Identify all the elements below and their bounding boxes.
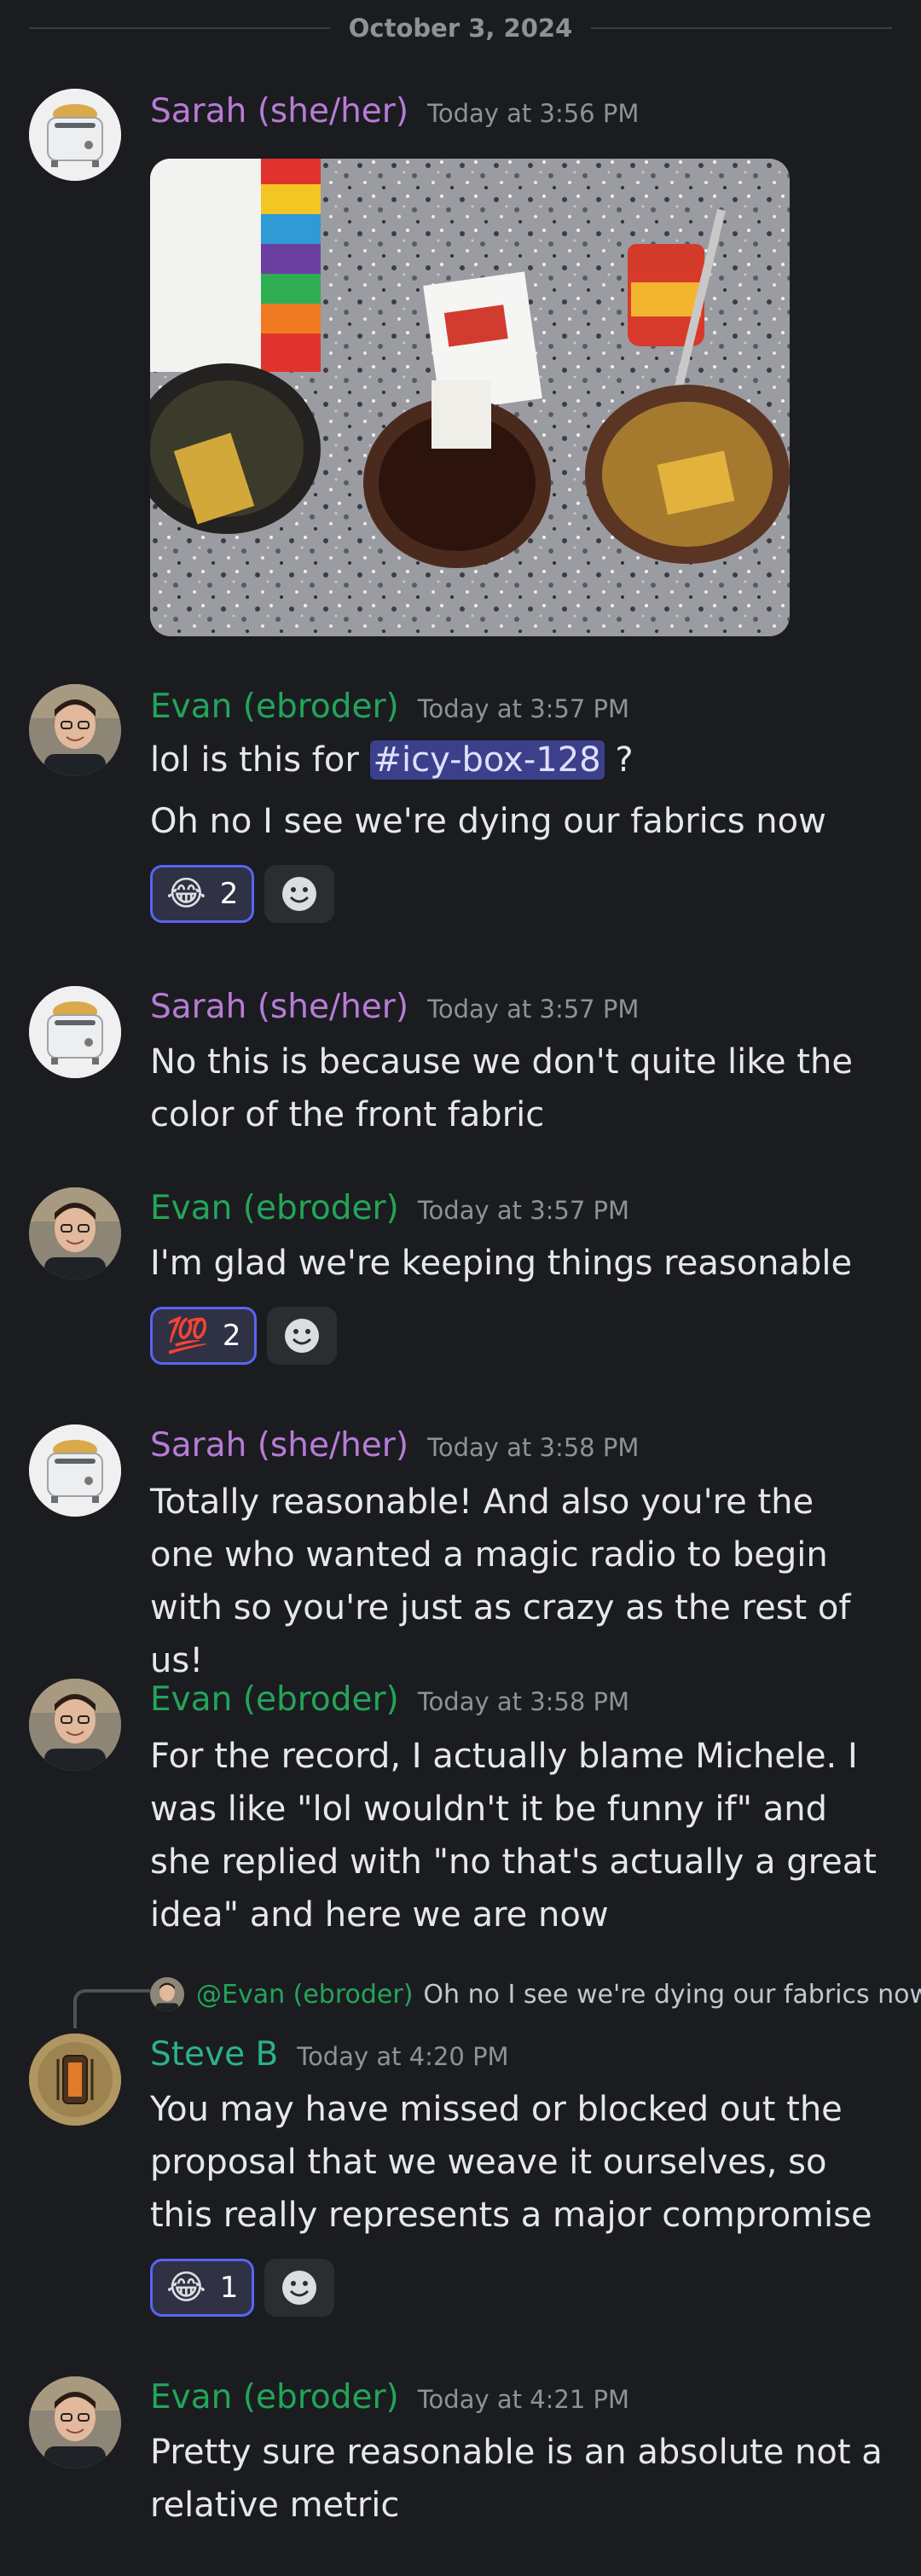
divider-line — [29, 27, 330, 29]
reaction-button[interactable]: 😂 2 — [150, 865, 255, 923]
reactions-bar: 💯 2 — [150, 1307, 338, 1365]
toaster-icon — [29, 986, 121, 1078]
message-text: Pretty sure reasonable is an absolute no… — [150, 2433, 883, 2525]
reply-text: Oh no I see we're dying our fabrics now — [423, 1979, 921, 2010]
date-divider: October 3, 2024 — [29, 14, 892, 43]
message-header: Sarah (she/her) Today at 3:56 PM — [150, 92, 639, 131]
username[interactable]: Sarah (she/her) — [150, 92, 408, 131]
message-text: You may have missed or blocked out the p… — [150, 2090, 872, 2235]
timestamp: Today at 4:21 PM — [417, 2385, 630, 2414]
timestamp: Today at 3:57 PM — [417, 1196, 630, 1225]
smiley-add-icon — [282, 877, 317, 911]
message-text-part: ? — [604, 740, 634, 780]
username[interactable]: Sarah (she/her) — [150, 988, 408, 1026]
reply-avatar — [150, 1977, 184, 2011]
timestamp: Today at 4:20 PM — [297, 2042, 509, 2071]
radio-tube-icon — [29, 2034, 121, 2126]
avatar-steve[interactable] — [29, 2034, 121, 2126]
reaction-button[interactable]: 💯 2 — [150, 1307, 258, 1365]
username[interactable]: Evan (ebroder) — [150, 688, 399, 726]
reactions-bar: 😂 1 — [150, 2259, 335, 2317]
avatar-evan[interactable] — [29, 684, 121, 776]
message-text-part: lol is this for — [150, 740, 370, 780]
timestamp: Today at 3:56 PM — [427, 99, 640, 128]
avatar-sarah[interactable] — [29, 986, 121, 1078]
message-header: Evan (ebroder) Today at 4:21 PM — [150, 2378, 629, 2416]
message-header: Evan (ebroder) Today at 3:57 PM — [150, 688, 629, 726]
person-avatar-icon — [29, 1187, 121, 1279]
toaster-icon — [29, 89, 121, 181]
channel-mention[interactable]: #icy-box-128 — [369, 740, 605, 780]
message-text: I'm glad we're keeping things reasonable — [150, 1244, 853, 1283]
avatar-evan[interactable] — [29, 2376, 121, 2469]
avatar-sarah[interactable] — [29, 1424, 121, 1517]
reaction-count: 2 — [219, 877, 239, 911]
reaction-emoji: 😂 — [166, 2268, 206, 2307]
toaster-icon — [29, 1424, 121, 1517]
timestamp: Today at 3:57 PM — [427, 995, 640, 1024]
reply-mention[interactable]: @Evan (ebroder) — [196, 1980, 413, 2010]
username[interactable]: Steve B — [150, 2035, 278, 2074]
message-header: Sarah (she/her) Today at 3:57 PM — [150, 988, 639, 1026]
username[interactable]: Evan (ebroder) — [150, 1189, 399, 1227]
reply-connector — [73, 1989, 150, 2028]
message-text: lol is this for #icy-box-128 ? — [150, 734, 901, 786]
timestamp: Today at 3:57 PM — [417, 694, 630, 723]
timestamp: Today at 3:58 PM — [427, 1433, 640, 1462]
message-header: Evan (ebroder) Today at 3:58 PM — [150, 1680, 629, 1719]
message-header: Sarah (she/her) Today at 3:58 PM — [150, 1426, 639, 1465]
add-reaction-button[interactable] — [267, 1307, 338, 1365]
person-avatar-icon — [150, 1977, 184, 2011]
person-avatar-icon — [29, 1679, 121, 1771]
person-avatar-icon — [29, 684, 121, 776]
reaction-emoji: 💯 — [166, 1316, 209, 1355]
reply-preview[interactable]: @Evan (ebroder) Oh no I see we're dying … — [150, 1977, 921, 2011]
reaction-button[interactable]: 😂 1 — [150, 2259, 255, 2317]
avatar-evan[interactable] — [29, 1187, 121, 1279]
photo-image — [150, 159, 790, 636]
divider-line — [591, 27, 892, 29]
reaction-count: 1 — [219, 2271, 239, 2305]
smiley-add-icon — [285, 1319, 320, 1353]
add-reaction-button[interactable] — [264, 865, 335, 923]
reaction-count: 2 — [222, 1319, 241, 1353]
image-attachment[interactable] — [150, 159, 790, 636]
message-header: Evan (ebroder) Today at 3:57 PM — [150, 1189, 629, 1227]
date-divider-label: October 3, 2024 — [348, 14, 573, 43]
person-avatar-icon — [29, 2376, 121, 2469]
message-text: No this is because we don't quite like t… — [150, 1042, 853, 1134]
avatar-sarah[interactable] — [29, 89, 121, 181]
message-text: Totally reasonable! And also you're the … — [150, 1482, 851, 1680]
avatar-evan[interactable] — [29, 1679, 121, 1771]
timestamp: Today at 3:58 PM — [417, 1687, 630, 1716]
username[interactable]: Evan (ebroder) — [150, 2378, 399, 2416]
message-text: For the record, I actually blame Michele… — [150, 1737, 877, 1935]
add-reaction-button[interactable] — [264, 2259, 335, 2317]
message-text: Oh no I see we're dying our fabrics now — [150, 802, 826, 841]
reactions-bar: 😂 2 — [150, 865, 335, 923]
message-header: Steve B Today at 4:20 PM — [150, 2035, 509, 2074]
smiley-add-icon — [282, 2271, 317, 2305]
username[interactable]: Evan (ebroder) — [150, 1680, 399, 1719]
username[interactable]: Sarah (she/her) — [150, 1426, 408, 1465]
reaction-emoji: 😂 — [166, 874, 206, 914]
